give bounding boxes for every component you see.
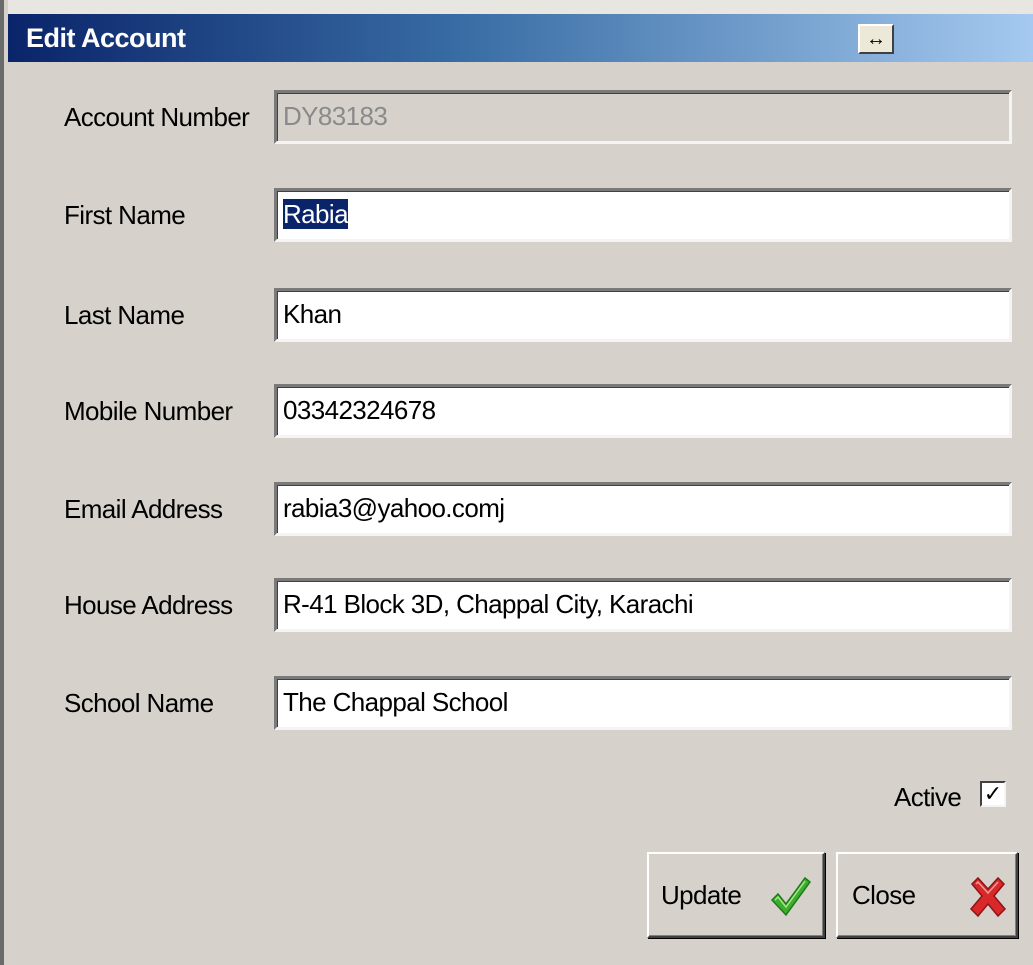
last-name-label: Last Name [64, 300, 185, 330]
school-name-row: School Name The Chappal School [8, 676, 1033, 732]
window-title: Edit Account [26, 23, 186, 53]
close-button-label: Close [852, 880, 916, 910]
first-name-row: First Name Rabia [8, 188, 1033, 244]
update-button-label: Update [661, 880, 742, 910]
mobile-number-field[interactable]: 03342324678 [274, 384, 1012, 438]
resize-button[interactable]: ↔ [858, 24, 894, 54]
school-name-field[interactable]: The Chappal School [274, 676, 1012, 730]
account-number-label: Account Number [64, 102, 250, 132]
house-address-row: House Address R-41 Block 3D, Chappal Cit… [8, 578, 1033, 634]
account-number-row: Account Number DY83183 [8, 90, 1033, 146]
first-name-selected-text: Rabia [283, 199, 349, 229]
red-x-icon [969, 876, 1007, 918]
email-address-row: Email Address rabia3@yahoo.comj [8, 482, 1033, 538]
close-button[interactable]: Close [836, 852, 1018, 938]
mobile-number-label: Mobile Number [64, 396, 233, 426]
title-bar[interactable]: Edit Account ↔ [8, 14, 1033, 62]
account-number-field: DY83183 [274, 90, 1012, 144]
first-name-label: First Name [64, 200, 186, 230]
active-checkbox[interactable]: ✓ [980, 781, 1006, 807]
house-address-field[interactable]: R-41 Block 3D, Chappal City, Karachi [274, 578, 1012, 632]
update-button[interactable]: Update [647, 852, 825, 938]
edit-account-window: Edit Account ↔ Account Number DY83183 Fi… [0, 0, 1033, 965]
green-checkmark-icon [770, 876, 811, 917]
email-address-field[interactable]: rabia3@yahoo.comj [274, 482, 1012, 536]
last-name-row: Last Name Khan [8, 288, 1033, 344]
active-label: Active [894, 782, 962, 812]
last-name-field[interactable]: Khan [274, 288, 1012, 342]
mobile-number-row: Mobile Number 03342324678 [8, 384, 1033, 440]
first-name-field[interactable]: Rabia [274, 188, 1012, 242]
window-top-strip [8, 0, 1033, 14]
email-address-label: Email Address [64, 494, 223, 524]
school-name-label: School Name [64, 688, 214, 718]
house-address-label: House Address [64, 590, 233, 620]
